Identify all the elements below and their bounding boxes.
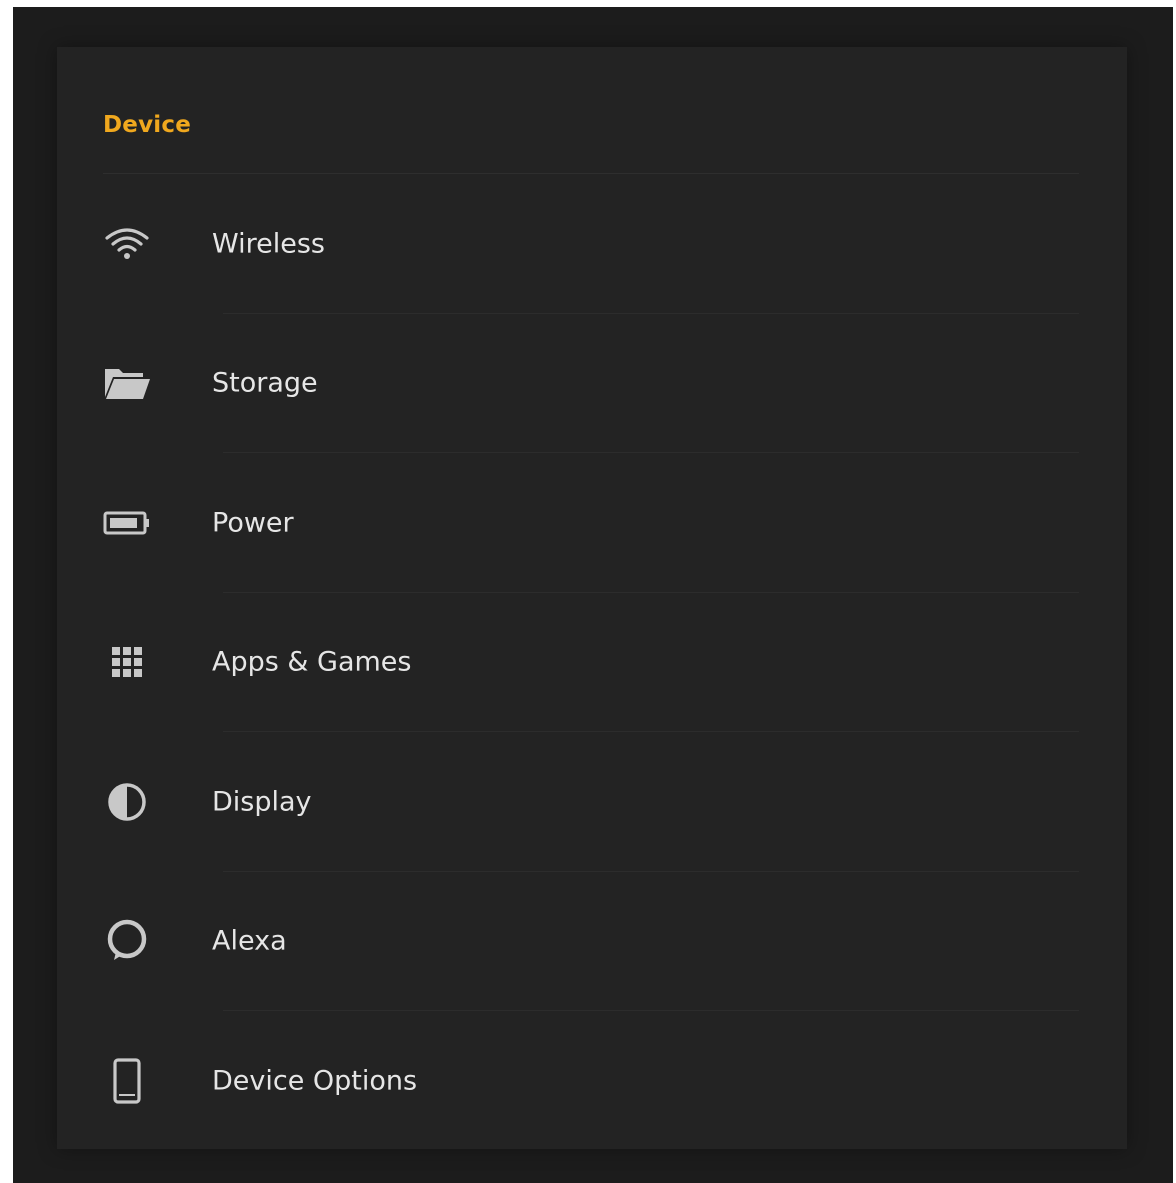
- settings-item-power[interactable]: Power: [57, 453, 1127, 593]
- settings-list: Wireless Storage Power Apps & Games Disp…: [57, 174, 1127, 1151]
- settings-item-device-options[interactable]: Device Options: [57, 1011, 1127, 1151]
- settings-item-alexa[interactable]: Alexa: [57, 872, 1127, 1011]
- device-screen: Device Wireless Storage Power Apps & Gam…: [13, 7, 1173, 1183]
- alexa-ring-icon: [103, 917, 151, 965]
- settings-item-display[interactable]: Display: [57, 732, 1127, 872]
- settings-item-label: Display: [212, 786, 312, 818]
- section-header-device: Device: [103, 112, 192, 138]
- settings-item-label: Wireless: [212, 228, 325, 260]
- folder-icon: [103, 359, 151, 407]
- settings-item-apps-games[interactable]: Apps & Games: [57, 593, 1127, 732]
- battery-icon: [103, 499, 151, 547]
- tablet-icon: [103, 1057, 151, 1105]
- wifi-icon: [103, 220, 151, 268]
- apps-grid-icon: [103, 638, 151, 686]
- settings-item-wireless[interactable]: Wireless: [57, 174, 1127, 314]
- settings-item-storage[interactable]: Storage: [57, 314, 1127, 453]
- settings-item-label: Storage: [212, 367, 318, 399]
- settings-item-label: Power: [212, 507, 294, 539]
- settings-panel: Device Wireless Storage Power Apps & Gam…: [57, 47, 1127, 1149]
- settings-item-label: Alexa: [212, 925, 287, 957]
- settings-item-label: Apps & Games: [212, 646, 412, 678]
- settings-item-label: Device Options: [212, 1065, 418, 1097]
- contrast-icon: [103, 778, 151, 826]
